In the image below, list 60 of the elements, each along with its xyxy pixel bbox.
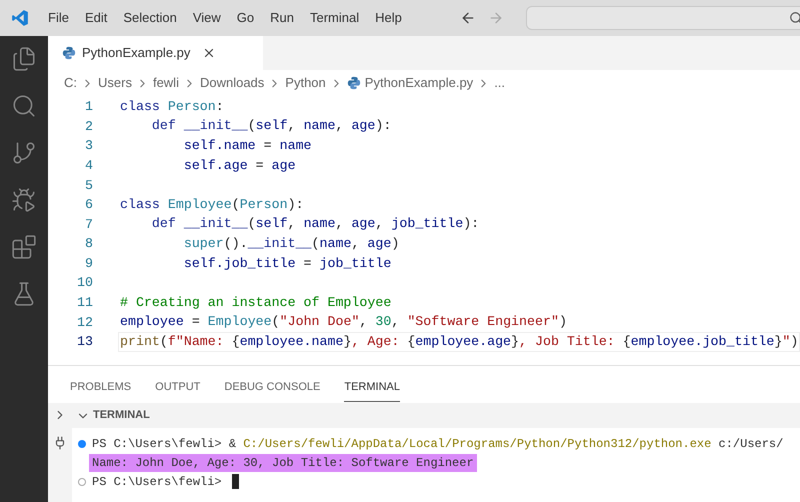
code-line: class Employee(Person): xyxy=(119,196,305,214)
menu-item[interactable]: Edit xyxy=(76,8,116,28)
code-line: def __init__(self, name, age): xyxy=(150,117,392,136)
code-line: super().__init__(name, age) xyxy=(182,234,400,253)
line-number: 12 xyxy=(76,316,93,329)
code-line: self.name = name xyxy=(182,137,313,156)
search-icon xyxy=(789,11,800,25)
terminal-header[interactable]: TERMINAL xyxy=(72,403,800,428)
menu-item[interactable]: Terminal xyxy=(302,8,368,28)
panel-tab[interactable]: DEBUG CONSOLE xyxy=(224,378,320,402)
line-number: 5 xyxy=(84,178,93,192)
terminal-line: PS C:\Users\fewli> & C:/Users/fewli/AppData/Local/Programs/Python/Python312/python.exe c:/Users/ xyxy=(91,436,784,452)
menu-item[interactable]: Selection xyxy=(115,8,185,28)
menu-item[interactable]: Go xyxy=(228,8,262,28)
menu-item[interactable]: View xyxy=(184,8,229,28)
line-number: 11 xyxy=(76,296,93,310)
code-line: employee = Employee("John Doe", 30, "Software Engineer") xyxy=(119,313,568,332)
line-number: 13 xyxy=(76,335,93,349)
tab-label: PythonExample.py xyxy=(82,44,190,62)
panel-tab[interactable]: OUTPUT xyxy=(155,378,200,402)
menu-item[interactable]: Help xyxy=(367,8,410,28)
panel-tab[interactable]: TERMINAL xyxy=(344,378,400,402)
line-number: 9 xyxy=(84,256,93,270)
play-bug-icon[interactable] xyxy=(11,187,37,213)
line-number: 6 xyxy=(84,198,93,212)
file-type-icon xyxy=(62,46,76,60)
menu-item[interactable]: File xyxy=(40,8,77,28)
logo-icon xyxy=(11,9,29,27)
line-number: 1 xyxy=(84,100,93,114)
code-line: class Person: xyxy=(119,98,225,116)
back-arrow-icon[interactable] xyxy=(460,10,476,26)
section-title: TERMINAL xyxy=(93,408,150,424)
code-line: self.age = age xyxy=(182,156,297,175)
search-field[interactable] xyxy=(526,6,800,30)
menu-item[interactable]: Run xyxy=(262,8,302,28)
line-number: 10 xyxy=(76,276,93,290)
blocks-icon[interactable] xyxy=(11,234,37,260)
breadcrumb-item[interactable]: fewli xyxy=(152,73,179,93)
file-type-icon xyxy=(346,76,361,90)
terminal-line: PS C:\Users\fewli> xyxy=(91,474,223,490)
plug-icon[interactable] xyxy=(53,436,67,450)
breadcrumb-item[interactable]: PythonExample.py xyxy=(364,73,474,93)
breadcrumb-item[interactable]: C: xyxy=(64,73,77,93)
branch-icon[interactable] xyxy=(11,140,37,166)
code-line: self.job_title = job_title xyxy=(182,254,392,273)
breadcrumb-item[interactable]: Python xyxy=(285,73,326,93)
breadcrumb-item[interactable]: ... xyxy=(494,73,506,93)
breadcrumb-item[interactable]: Users xyxy=(98,73,132,93)
files-icon[interactable] xyxy=(11,46,37,72)
search-icon[interactable] xyxy=(11,93,37,119)
line-number: 3 xyxy=(84,139,93,153)
line-number: 8 xyxy=(84,237,93,251)
panel-tab[interactable]: PROBLEMS xyxy=(70,378,132,402)
line-number: 4 xyxy=(84,158,93,172)
code-line: def __init__(self, name, age, job_title): xyxy=(150,215,480,234)
line-number: 7 xyxy=(84,218,93,231)
code-line: # Creating an instance of Employee xyxy=(119,294,392,312)
editor-tab[interactable]: PythonExample.py xyxy=(48,36,263,70)
line-number: 2 xyxy=(84,120,93,134)
breadcrumb-item[interactable]: Downloads xyxy=(200,73,264,93)
